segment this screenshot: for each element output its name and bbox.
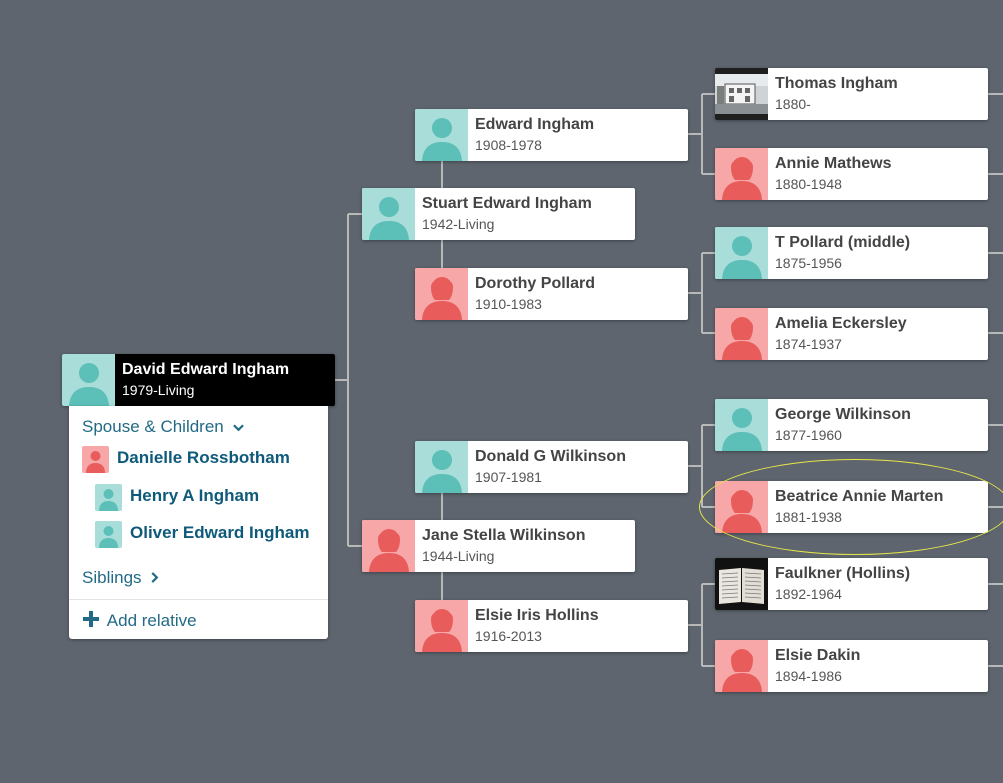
person-name: Stuart Edward Ingham bbox=[422, 195, 592, 212]
focus-person-card[interactable]: David Edward Ingham 1979-Living bbox=[62, 354, 335, 406]
spouse-children-label: Spouse & Children bbox=[82, 417, 224, 436]
panel-divider bbox=[69, 599, 328, 600]
female-avatar-icon bbox=[715, 308, 768, 360]
person-name: Dorothy Pollard bbox=[475, 275, 596, 292]
male-avatar-icon bbox=[62, 354, 115, 406]
male-avatar-icon bbox=[715, 227, 768, 279]
male-avatar-icon bbox=[415, 441, 468, 493]
family-panel: Spouse & Children Danielle Rossbotham He… bbox=[69, 406, 328, 639]
male-avatar-icon bbox=[415, 109, 468, 161]
female-avatar-icon bbox=[415, 600, 468, 652]
grandparent-card[interactable]: Edward Ingham 1908-1978 bbox=[415, 109, 688, 161]
add-relative-button[interactable]: Add relative bbox=[82, 610, 197, 633]
person-dates: 1907-1981 bbox=[475, 469, 542, 485]
plus-icon bbox=[82, 610, 100, 633]
female-avatar-icon bbox=[715, 640, 768, 692]
person-name: George Wilkinson bbox=[775, 406, 911, 423]
male-avatar-icon bbox=[715, 399, 768, 451]
add-relative-label: Add relative bbox=[106, 611, 197, 630]
great-grandparent-card[interactable]: Amelia Eckersley 1874-1937 bbox=[715, 308, 988, 360]
parent-card[interactable]: Stuart Edward Ingham 1942-Living bbox=[362, 188, 635, 240]
female-avatar-icon bbox=[362, 520, 415, 572]
siblings-toggle[interactable]: Siblings bbox=[82, 568, 159, 588]
chevron-right-icon bbox=[151, 568, 159, 588]
great-grandparent-card[interactable]: George Wilkinson 1877-1960 bbox=[715, 399, 988, 451]
female-avatar-icon bbox=[715, 148, 768, 200]
book-photo-thumbnail bbox=[715, 558, 768, 610]
great-grandparent-card[interactable]: Elsie Dakin 1894-1986 bbox=[715, 640, 988, 692]
female-avatar-icon bbox=[715, 481, 768, 533]
person-name: Elsie Iris Hollins bbox=[475, 607, 599, 624]
grandparent-card[interactable]: Donald G Wilkinson 1907-1981 bbox=[415, 441, 688, 493]
male-avatar-icon bbox=[95, 521, 122, 548]
person-dates: 1944-Living bbox=[422, 548, 495, 564]
person-dates: 1875-1956 bbox=[775, 255, 842, 271]
child-link[interactable]: Oliver Edward Ingham bbox=[130, 523, 310, 543]
male-avatar-icon bbox=[95, 484, 122, 511]
child-link[interactable]: Henry A Ingham bbox=[130, 486, 259, 506]
building-photo-thumbnail bbox=[715, 68, 768, 120]
spouse-children-toggle[interactable]: Spouse & Children bbox=[82, 417, 244, 437]
person-dates: 1908-1978 bbox=[475, 137, 542, 153]
great-grandparent-card[interactable]: Beatrice Annie Marten 1881-1938 bbox=[715, 481, 988, 533]
female-avatar-icon bbox=[82, 446, 109, 473]
grandparent-card[interactable]: Dorothy Pollard 1910-1983 bbox=[415, 268, 688, 320]
great-grandparent-card[interactable]: Faulkner (Hollins) 1892-1964 bbox=[715, 558, 988, 610]
person-dates: 1942-Living bbox=[422, 216, 495, 232]
grandparent-card[interactable]: Elsie Iris Hollins 1916-2013 bbox=[415, 600, 688, 652]
male-avatar-icon bbox=[362, 188, 415, 240]
person-dates: 1881-1938 bbox=[775, 509, 842, 525]
person-name: Jane Stella Wilkinson bbox=[422, 527, 586, 544]
person-name: Donald G Wilkinson bbox=[475, 448, 626, 465]
person-dates: 1874-1937 bbox=[775, 336, 842, 352]
person-name: Elsie Dakin bbox=[775, 647, 861, 664]
female-avatar-icon bbox=[415, 268, 468, 320]
person-name: Edward Ingham bbox=[475, 116, 595, 133]
person-dates: 1877-1960 bbox=[775, 427, 842, 443]
person-name: Beatrice Annie Marten bbox=[775, 488, 944, 505]
person-dates: 1894-1986 bbox=[775, 668, 842, 684]
great-grandparent-card[interactable]: T Pollard (middle) 1875-1956 bbox=[715, 227, 988, 279]
siblings-label: Siblings bbox=[82, 568, 142, 587]
person-name: Faulkner (Hollins) bbox=[775, 565, 911, 582]
person-dates: 1880- bbox=[775, 96, 811, 112]
person-dates: 1892-1964 bbox=[775, 586, 842, 602]
person-dates: 1916-2013 bbox=[475, 628, 542, 644]
person-name: David Edward Ingham bbox=[122, 361, 290, 378]
person-name: Amelia Eckersley bbox=[775, 315, 907, 332]
person-name: Annie Mathews bbox=[775, 155, 892, 172]
person-name: Thomas Ingham bbox=[775, 75, 898, 92]
person-dates: 1979-Living bbox=[122, 382, 195, 398]
spouse-link[interactable]: Danielle Rossbotham bbox=[117, 448, 290, 468]
great-grandparent-card[interactable]: Annie Mathews 1880-1948 bbox=[715, 148, 988, 200]
chevron-down-icon bbox=[232, 417, 244, 437]
person-name: T Pollard (middle) bbox=[775, 234, 911, 251]
great-grandparent-card[interactable]: Thomas Ingham 1880- bbox=[715, 68, 988, 120]
person-dates: 1880-1948 bbox=[775, 176, 842, 192]
parent-card[interactable]: Jane Stella Wilkinson 1944-Living bbox=[362, 520, 635, 572]
person-dates: 1910-1983 bbox=[475, 296, 542, 312]
